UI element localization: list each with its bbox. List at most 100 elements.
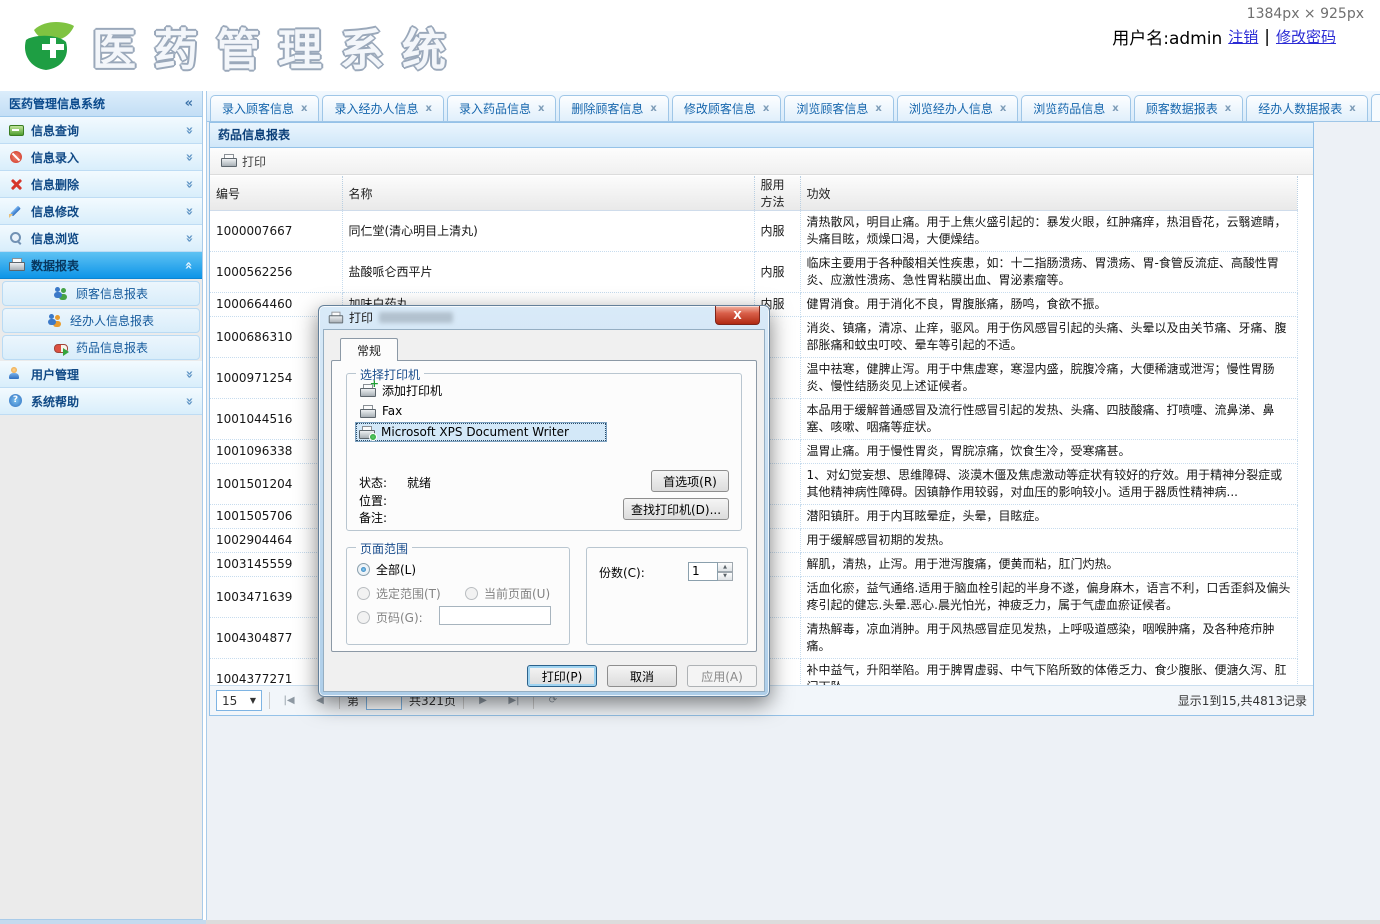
sidebar-item-label: 系统帮助 [31, 393, 79, 410]
page-size-select[interactable]: 15 ▼ [216, 690, 262, 711]
print-dialog: 打印 X 常规 选择打印机 +添加打印机FaxMicrosoft XPS Doc… [318, 305, 770, 697]
first-page-button[interactable]: |◀ [277, 690, 301, 711]
close-tab-icon[interactable]: x [875, 103, 881, 114]
printer-item-2[interactable]: Fax [357, 401, 405, 421]
tab-label: 录入顾客信息 [222, 100, 294, 117]
cell-name: 同仁堂(清心明目上清丸) [342, 211, 754, 252]
column-header[interactable]: 编号 [210, 176, 342, 211]
logout-link[interactable]: 注销 [1228, 26, 1258, 47]
tab-2[interactable]: 录入经办人信息 x [322, 95, 443, 121]
close-tab-icon[interactable]: x [538, 103, 544, 114]
printer-item-3[interactable]: Microsoft XPS Document Writer [355, 422, 607, 442]
close-tab-icon[interactable]: x [650, 103, 656, 114]
copies-input[interactable]: 1 [688, 562, 718, 581]
radio-page-numbers[interactable] [357, 611, 370, 624]
column-header[interactable]: 功效 [800, 176, 1297, 211]
sidebar-item-4[interactable]: 信息修改» [0, 198, 202, 225]
cell-effect: 消炎、镇痛，清凉、止痒，驱风。用于伤风感冒引起的头痛、头晕以及由关节痛、牙痛、腹… [800, 317, 1297, 358]
close-tab-icon[interactable]: x [1000, 103, 1006, 114]
printer-item-1[interactable]: +添加打印机 [357, 380, 445, 400]
close-tab-icon[interactable]: x [763, 103, 769, 114]
spinner-up-icon[interactable]: ▲ [718, 562, 733, 572]
cancel-button[interactable]: 取消 [607, 665, 677, 687]
tab-10[interactable]: 经办人数据报表x [1246, 95, 1367, 121]
cell-effect: 清热解毒，凉血消肿。用于风热感冒症见发热，上呼吸道感染，咽喉肿痛，及各种疮疖肿痛… [800, 618, 1297, 659]
pencil-icon [9, 204, 24, 218]
table-row[interactable]: 1000007667同仁堂(清心明目上清丸)内服清热散风，明目止痛。用于上焦火盛… [210, 211, 1297, 252]
sidebar-item-5[interactable]: 信息浏览» [0, 225, 202, 252]
copies-group: 份数(C): 1 ▲ ▼ [586, 547, 748, 645]
column-header[interactable]: 服用方法 [754, 176, 800, 211]
radio-selection[interactable] [357, 587, 370, 600]
close-tab-icon[interactable]: x [1225, 103, 1231, 114]
tab-6[interactable]: 浏览顾客信息x [784, 95, 893, 121]
tab-label: 浏览药品信息 [1033, 100, 1105, 117]
printer-icon [329, 311, 343, 324]
sidebar-subitem-2[interactable]: 经办人信息报表 [2, 308, 200, 333]
tab-label: 录入药品信息 [459, 100, 531, 117]
tab-label: 录入经办人信息 [334, 100, 418, 117]
radio-current-page[interactable] [465, 587, 478, 600]
sidebar-item-1[interactable]: 信息查询» [0, 117, 202, 144]
find-printer-button[interactable]: 查找打印机(D)... [623, 498, 729, 520]
page-numbers-input[interactable] [439, 606, 551, 625]
sidebar-item-8[interactable]: 系统帮助» [0, 388, 202, 415]
tab-1[interactable]: 录入顾客信息 x [210, 95, 319, 121]
radio-all-pages[interactable] [357, 563, 370, 576]
chevron-down-icon: ▼ [250, 696, 256, 705]
close-tab-icon[interactable]: x [301, 103, 307, 114]
sidebar-subitem-1[interactable]: 顾客信息报表 [2, 281, 200, 306]
table-row[interactable]: 1000562256盐酸哌仑西平片内服临床主要用于各种酸相关性疾患，如：十二指肠… [210, 252, 1297, 293]
general-tab-panel: 选择打印机 +添加打印机FaxMicrosoft XPS Document Wr… [331, 360, 757, 652]
cell-effect: 解肌，清热，止泻。用于泄泻腹痛，便黄而粘，肛门灼热。 [800, 553, 1297, 577]
tab-9[interactable]: 顾客数据报表x [1134, 95, 1243, 121]
tab-general[interactable]: 常规 [340, 338, 398, 361]
chevron-icon: » [181, 370, 196, 378]
sidebar-header[interactable]: 医药管理信息系统 « [0, 91, 202, 117]
chevron-icon: » [181, 261, 196, 269]
change-password-link[interactable]: 修改密码 [1276, 26, 1336, 47]
agent-report-icon [48, 314, 63, 328]
column-header[interactable]: 名称 [342, 176, 754, 211]
logo-leaf-cross-icon [20, 20, 78, 72]
cell-effect: 潜阳镇肝。用于内耳眩晕症，头晕，目眩症。 [800, 505, 1297, 529]
tab-8[interactable]: 浏览药品信息 x [1021, 95, 1130, 121]
page-range-label: 页面范围 [356, 540, 412, 557]
close-button[interactable]: X [715, 306, 760, 325]
sidebar-item-7[interactable]: 用户管理» [0, 361, 202, 388]
divider [269, 692, 270, 709]
add-printer-icon: + [360, 384, 375, 396]
bottom-edge [0, 920, 1380, 924]
pagination-info: 显示1到15,共4813记录 [1178, 692, 1307, 709]
cell-usage: 内服 [754, 211, 800, 252]
cell-effect: 临床主要用于各种酸相关性疾患，如：十二指肠溃疡、胃溃疡、胃-食管反流症、高酸性胃… [800, 252, 1297, 293]
spinner-down-icon[interactable]: ▼ [718, 572, 733, 582]
dialog-title-bar[interactable]: 打印 [319, 306, 769, 329]
close-tab-icon[interactable]: x [425, 103, 431, 114]
toolbar: 打印 [210, 148, 1313, 175]
select-printer-group: 选择打印机 +添加打印机FaxMicrosoft XPS Document Wr… [346, 373, 742, 531]
sidebar-item-6[interactable]: 数据报表» [0, 252, 202, 279]
sidebar-item-2[interactable]: 信息录入» [0, 144, 202, 171]
page-size-value: 15 [222, 694, 237, 708]
tab-5[interactable]: 修改顾客信息x [672, 95, 781, 121]
panel-title: 药品信息报表 [210, 123, 1313, 148]
sidebar-item-label: 信息查询 [31, 122, 79, 139]
tab-4[interactable]: 删除顾客信息x [559, 95, 668, 121]
cell-name: 盐酸哌仑西平片 [342, 252, 754, 293]
chevron-icon: » [181, 180, 196, 188]
print-button[interactable]: 打印 [217, 151, 270, 172]
sidebar-item-3[interactable]: 信息删除 » [0, 171, 202, 198]
tab-7[interactable]: 浏览经办人信息x [897, 95, 1018, 121]
redacted-document-name [379, 312, 453, 323]
print-confirm-button[interactable]: 打印(P) [527, 665, 597, 687]
tab-3[interactable]: 录入药品信息 x [447, 95, 556, 121]
preferences-button[interactable]: 首选项(R) [651, 470, 729, 492]
sidebar-subitem-3[interactable]: 药品信息报表 [2, 335, 200, 360]
close-tab-icon[interactable]: x [1349, 103, 1355, 114]
tab-11[interactable]: 药品数据报表 [1371, 94, 1380, 122]
apply-button[interactable]: 应用(A) [687, 665, 757, 687]
sidebar-item-label: 信息删除 [31, 176, 79, 193]
close-tab-icon[interactable]: x [1112, 103, 1118, 114]
collapse-sidebar-icon[interactable]: « [185, 96, 193, 111]
